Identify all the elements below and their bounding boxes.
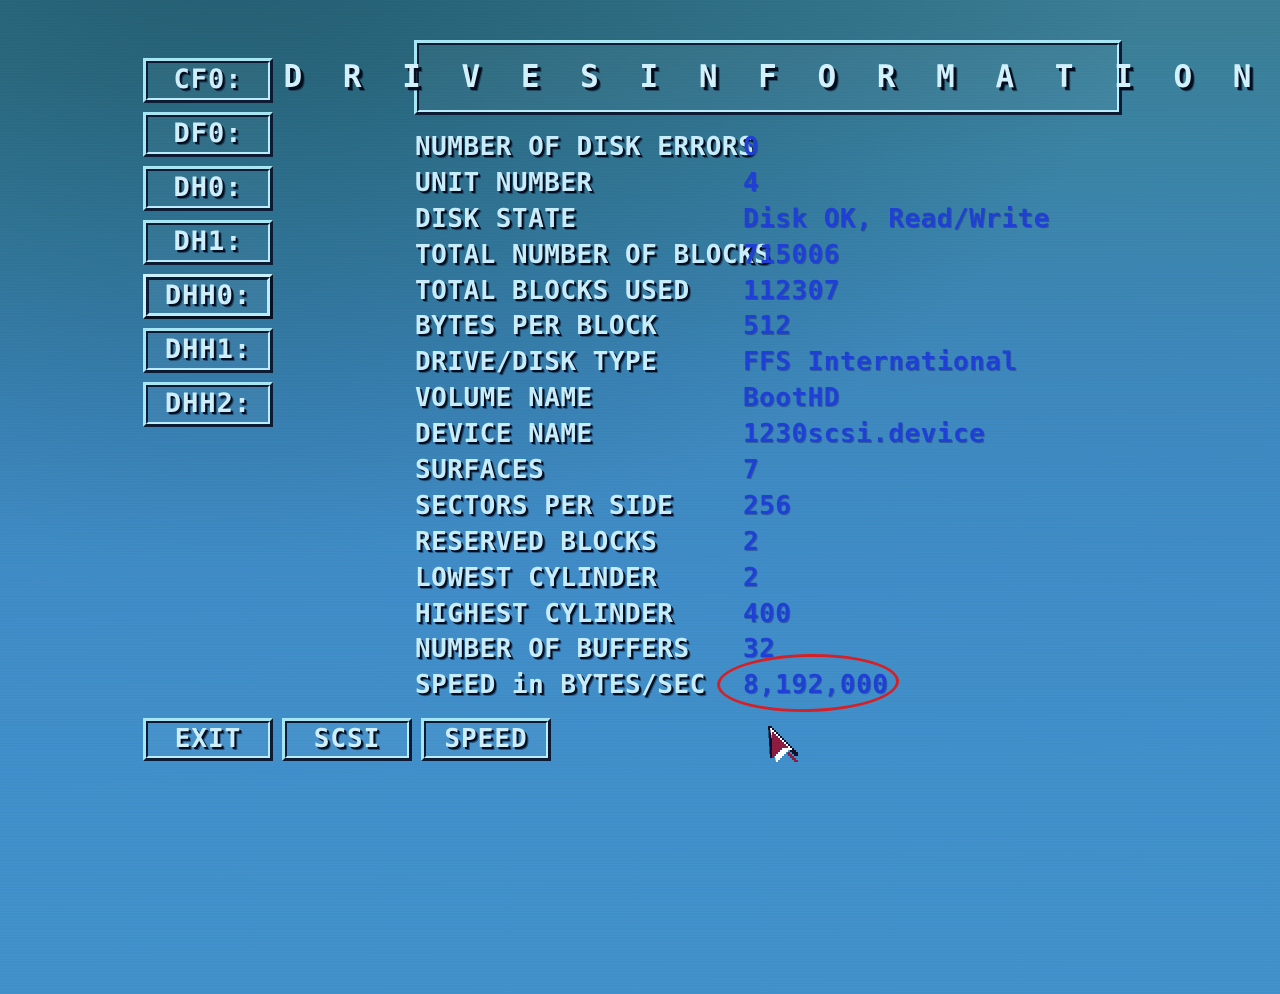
speed-button-label: SPEED [444, 723, 528, 754]
drive-button-dhh2[interactable]: DHH2: [143, 382, 273, 427]
info-row-value: Disk OK, Read/Write [743, 203, 1050, 234]
arrow-pointer-icon [768, 726, 798, 762]
page-title-inner: D R I V E S I N F O R M A T I O N [284, 43, 1251, 112]
info-row-label: DISK STATE [415, 203, 577, 234]
info-row-value: 112307 [743, 275, 840, 306]
info-row: TOTAL NUMBER OF BLOCKS 715006 [415, 239, 1115, 275]
speed-button[interactable]: SPEED [421, 718, 551, 761]
info-row-value: BootHD [743, 383, 840, 414]
info-row: TOTAL BLOCKS USED 112307 [415, 275, 1115, 311]
drive-button-inner: DHH1: [146, 331, 270, 370]
info-row-label: DRIVE/DISK TYPE [415, 347, 658, 378]
page-title-panel: D R I V E S I N F O R M A T I O N [284, 40, 1251, 115]
drive-button-dhh0[interactable]: DHH0: [143, 274, 273, 319]
info-row-value: FFS International [743, 347, 1018, 378]
info-row-label: VOLUME NAME [415, 383, 593, 414]
info-row-value: 715006 [743, 239, 840, 270]
drive-button-dhh1[interactable]: DHH1: [143, 328, 273, 373]
drive-button-dh0[interactable]: DH0: [143, 166, 273, 211]
drive-button-inner: DH0: [146, 169, 270, 208]
exit-button-inner: EXIT [146, 721, 270, 758]
info-row-label: TOTAL NUMBER OF BLOCKS [415, 239, 771, 270]
drive-info-table: NUMBER OF DISK ERRORS 0 UNIT NUMBER 4 DISK S… [415, 131, 1115, 705]
drive-button-df0[interactable]: DF0: [143, 112, 273, 157]
drive-button-label: DHH0: [164, 280, 252, 311]
drive-button-label: DHH1: [164, 334, 252, 365]
drive-button-dh1[interactable]: DH1: [143, 220, 273, 265]
scsi-button-label: SCSI [313, 723, 381, 754]
info-row-label: NUMBER OF BUFFERS [415, 634, 690, 665]
info-row-label: SURFACES [415, 455, 545, 486]
info-row: UNIT NUMBER 4 [415, 167, 1115, 203]
info-row-label: DEVICE NAME [415, 419, 593, 450]
info-row-value: 512 [743, 311, 792, 342]
info-row: LOWEST CYLINDER 2 [415, 562, 1115, 598]
info-row-label: BYTES PER BLOCK [415, 311, 658, 342]
info-row-value: 2 [743, 562, 760, 593]
drive-button-label: DH1: [173, 226, 243, 257]
amiga-drives-information-screen: CF0: DF0: DH0: DH1: DHH0: DHH1: DHH2: D R I V … [0, 0, 1280, 994]
drive-button-label: CF0: [173, 64, 243, 95]
info-row-label: SPEED in BYTES/SEC [415, 670, 706, 701]
mouse-cursor-arrow-icon [766, 726, 806, 770]
info-row: SURFACES 7 [415, 454, 1115, 490]
info-row-label: LOWEST CYLINDER [415, 562, 658, 593]
drive-button-label: DHH2: [164, 388, 252, 419]
info-row-label: RESERVED BLOCKS [415, 526, 658, 557]
info-row: SECTORS PER SIDE 256 [415, 490, 1115, 526]
info-row: DISK STATE Disk OK, Read/Write [415, 203, 1115, 239]
info-row: DEVICE NAME 1230scsi.device [415, 418, 1115, 454]
info-row-value: 1230scsi.device [743, 419, 986, 450]
info-row-label: HIGHEST CYLINDER [415, 598, 674, 629]
exit-button-label: EXIT [174, 723, 242, 754]
info-row-value: 32 [743, 634, 776, 665]
info-row-label: NUMBER OF DISK ERRORS [415, 132, 755, 162]
speed-button-inner: SPEED [424, 721, 548, 758]
info-row-value: 4 [743, 167, 760, 198]
info-row-label: TOTAL BLOCKS USED [415, 275, 690, 306]
info-row-value: 256 [743, 490, 792, 521]
info-row: VOLUME NAME BootHD [415, 382, 1115, 418]
info-row: SPEED in BYTES/SEC 8,192,000 [415, 669, 1115, 705]
scsi-button-inner: SCSI [285, 721, 409, 758]
exit-button[interactable]: EXIT [143, 718, 273, 761]
info-row: DRIVE/DISK TYPE FFS International [415, 346, 1115, 382]
drive-button-inner: CF0: [146, 61, 270, 100]
info-row-value: 400 [743, 598, 792, 629]
info-row-label: SECTORS PER SIDE [415, 490, 674, 521]
drive-button-cf0[interactable]: CF0: [143, 58, 273, 103]
drive-button-inner: DH1: [146, 223, 270, 262]
info-row-value: 7 [743, 455, 760, 486]
info-row-value: 0 [743, 132, 760, 162]
drive-button-inner: DF0: [146, 115, 270, 154]
info-row: NUMBER OF DISK ERRORS 0 [415, 131, 1115, 167]
info-row: RESERVED BLOCKS 2 [415, 526, 1115, 562]
info-row-label: UNIT NUMBER [415, 167, 593, 198]
page-title: D R I V E S I N F O R M A T I O N [283, 59, 1263, 95]
drive-button-label: DH0: [173, 172, 243, 203]
info-row-value: 2 [743, 526, 760, 557]
drive-button-inner: DHH0: [146, 277, 270, 316]
drive-button-label: DF0: [173, 118, 243, 149]
info-row-value: 8,192,000 [743, 670, 889, 701]
info-row: BYTES PER BLOCK 512 [415, 310, 1115, 346]
info-row: NUMBER OF BUFFERS 32 [415, 633, 1115, 669]
scsi-button[interactable]: SCSI [282, 718, 412, 761]
drive-button-inner: DHH2: [146, 385, 270, 424]
info-row: HIGHEST CYLINDER 400 [415, 598, 1115, 634]
